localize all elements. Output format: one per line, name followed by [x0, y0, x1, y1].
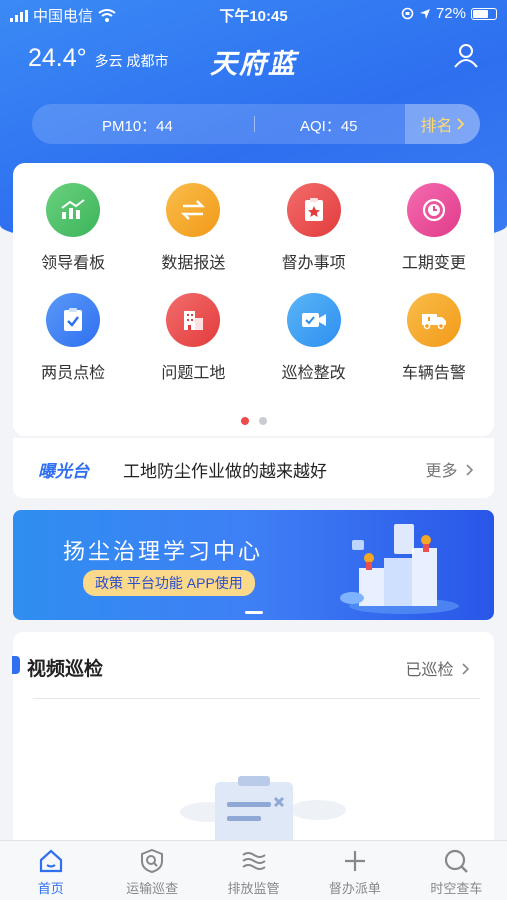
- pm10-value: PM10：44: [102, 118, 173, 135]
- tile-label: 问题工地: [161, 365, 226, 382]
- chart-icon: [46, 183, 101, 237]
- home-icon: [39, 849, 62, 873]
- tab-label: 运输巡查: [126, 881, 179, 896]
- tile-supervision[interactable]: 督办事项: [254, 183, 374, 273]
- more-label: 更多: [425, 463, 458, 480]
- truck-icon: [406, 293, 461, 347]
- tile-label: 两员点检: [41, 365, 106, 382]
- tab-vehicle-search[interactable]: 时空查车: [406, 841, 507, 900]
- status-right: 72%: [401, 5, 497, 22]
- tab-emission[interactable]: 排放监管: [203, 841, 304, 900]
- tab-label: 首页: [37, 881, 64, 896]
- battery-percent: 72%: [435, 5, 466, 22]
- section-divider: [33, 698, 480, 699]
- chevron-right-icon: [456, 118, 464, 130]
- app-title: 天府蓝: [210, 49, 297, 79]
- tile-vehicle-alert[interactable]: 车辆告警: [374, 293, 494, 383]
- waves-icon: [241, 852, 266, 870]
- chevron-right-icon: [462, 663, 470, 675]
- battery-icon: [471, 7, 497, 20]
- feature-grid-card: 领导看板 数据报送 督办事项 工期变更 两员点检 问题工地 巡检整改 车辆告警: [13, 163, 494, 436]
- tab-label: 督办派单: [328, 881, 381, 896]
- patrolled-link[interactable]: 已巡检: [406, 656, 470, 680]
- status-bar: 中国电信 下午10:45 72%: [0, 0, 507, 28]
- aqi-value: AQI：45: [300, 118, 358, 135]
- shield-search-icon: [141, 848, 164, 874]
- air-quality-bar: PM10：44 AQI：45 排名: [32, 104, 480, 144]
- bottom-tab-bar: 首页 运输巡查 排放监管 督办派单 时空查车: [0, 840, 507, 900]
- chevron-right-icon: [466, 464, 474, 476]
- rank-label: 排名: [420, 118, 453, 135]
- exposure-news-bar[interactable]: 曝光台 工地防尘作业做的越来越好 更多: [13, 438, 494, 498]
- tile-dual-inspection[interactable]: 两员点检: [13, 293, 133, 383]
- tile-label: 车辆告警: [401, 365, 466, 382]
- exposure-brand: 曝光台: [38, 462, 89, 481]
- patrolled-label: 已巡检: [405, 662, 454, 679]
- exchange-icon: [166, 183, 221, 237]
- user-icon[interactable]: [453, 42, 479, 68]
- learning-center-banner[interactable]: 扬尘治理学习中心 政策 平台功能 APP使用: [13, 510, 494, 620]
- tab-transport-patrol[interactable]: 运输巡查: [101, 841, 202, 900]
- tile-label: 数据报送: [161, 255, 226, 272]
- feature-grid: 领导看板 数据报送 督办事项 工期变更 两员点检 问题工地 巡检整改 车辆告警: [13, 183, 494, 383]
- tile-label: 巡检整改: [281, 365, 346, 382]
- tile-label: 领导看板: [41, 255, 106, 272]
- banner-indicator: [245, 611, 263, 614]
- weather-info: 24.4° 多云 成都市: [28, 44, 169, 73]
- clock-icon: [406, 183, 461, 237]
- clipboard-star-icon: [286, 183, 341, 237]
- tile-schedule-change[interactable]: 工期变更: [374, 183, 494, 273]
- tile-problem-site[interactable]: 问题工地: [133, 293, 253, 383]
- tile-patrol-rectify[interactable]: 巡检整改: [254, 293, 374, 383]
- tile-data-report[interactable]: 数据报送: [133, 183, 253, 273]
- tile-label: 工期变更: [401, 255, 466, 272]
- banner-tags: 政策 平台功能 APP使用: [83, 570, 255, 596]
- search-icon: [445, 849, 469, 873]
- video-section-title: 视频巡检: [27, 659, 104, 680]
- tab-home[interactable]: 首页: [0, 841, 101, 900]
- weather-city: 多云 成都市: [94, 53, 169, 69]
- tab-label: 时空查车: [430, 881, 483, 896]
- video-camera-icon: [286, 293, 341, 347]
- building-icon: [166, 293, 221, 347]
- rotation-lock-icon: [401, 7, 414, 20]
- page-indicator: [13, 417, 494, 425]
- tile-leader-dashboard[interactable]: 领导看板: [13, 183, 133, 273]
- tile-label: 督办事项: [281, 255, 346, 272]
- banner-title: 扬尘治理学习中心: [63, 540, 264, 565]
- more-link[interactable]: 更多: [426, 457, 474, 481]
- clipboard-check-icon: [46, 293, 101, 347]
- banner-illustration: [340, 524, 459, 614]
- tab-label: 排放监管: [227, 881, 280, 896]
- rank-button[interactable]: 排名: [405, 104, 480, 144]
- plus-icon: [344, 851, 365, 871]
- video-patrol-card: 视频巡检 已巡检: [12, 632, 494, 852]
- news-headline[interactable]: 工地防尘作业做的越来越好: [123, 457, 327, 482]
- page-dot-2[interactable]: [258, 417, 267, 425]
- page-dot-1[interactable]: [240, 417, 249, 425]
- aq-divider: [254, 116, 255, 132]
- tab-dispatch[interactable]: 督办派单: [304, 841, 405, 900]
- section-marker: [12, 656, 20, 674]
- temperature: 24.4°: [28, 44, 87, 72]
- location-icon: [419, 8, 430, 19]
